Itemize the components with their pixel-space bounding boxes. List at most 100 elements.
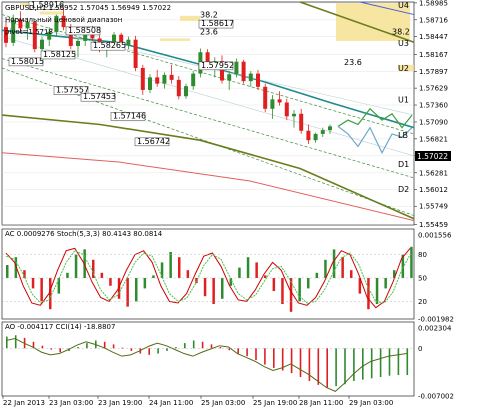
ao-bar <box>388 348 391 376</box>
y-tick-label: 1.57897 <box>419 68 448 76</box>
x-axis: 22 Jan 2013 23 Jan 03:00 23 Jan 19:00 24 Ja… <box>2 396 393 407</box>
level-label: D2 <box>398 185 409 194</box>
candle-bear <box>140 67 145 90</box>
price-label-text: 1.57952 <box>201 61 234 70</box>
highlight-box <box>180 15 200 21</box>
x-tick-label: 24 Jan 11:00 <box>149 399 193 407</box>
ao-bar <box>362 348 364 380</box>
ac-bar <box>324 259 327 278</box>
level-label: U2 <box>398 64 409 73</box>
last-price-label: 1.57022 <box>417 152 448 161</box>
ao-bar <box>370 348 373 379</box>
ac-tick-label: -0.001982 <box>418 316 454 324</box>
ac-bar <box>109 278 112 286</box>
ac-tick-label: 80 <box>418 251 427 259</box>
ao-bar <box>201 341 204 349</box>
ac-tick-label: 50 <box>418 275 427 283</box>
ac-bar <box>212 278 215 304</box>
candle-bull <box>227 74 232 81</box>
ao-bar <box>317 348 320 385</box>
fib-label: 23.6 <box>344 58 362 67</box>
ac-tick-label: 0.001556 <box>418 232 452 240</box>
ac-bar <box>40 278 43 302</box>
y-axis: 1.58985 1.58716 1.58447 1.58167 1.57897 1.576… <box>414 0 448 229</box>
ao-bar <box>237 348 239 354</box>
ao-bar <box>148 348 150 355</box>
ac-bar <box>315 272 319 278</box>
ao-bar <box>290 348 293 374</box>
ac-bar <box>74 254 78 278</box>
pivot-header: pivot=1.5718 <box>5 28 53 36</box>
candle-bull <box>270 99 275 109</box>
ao-bar <box>406 348 409 376</box>
price-label-text: 1.57453 <box>83 92 116 101</box>
ac-bar <box>6 265 9 278</box>
ac-bar <box>298 278 301 302</box>
y-tick-label: 1.58167 <box>419 51 448 59</box>
ao-bar <box>6 336 8 349</box>
ac-bar <box>203 278 207 297</box>
candle-bear <box>155 77 160 84</box>
ac-bar <box>384 278 387 289</box>
ac-bar <box>307 278 310 289</box>
y-tick-label: 1.57629 <box>419 85 448 93</box>
candle-bull <box>292 113 296 117</box>
candle-bull <box>162 74 167 84</box>
ao-bar <box>112 344 115 349</box>
candle-bull <box>184 86 188 97</box>
candle-bear <box>169 74 174 80</box>
candle-bull <box>320 130 325 134</box>
ac-bar <box>126 278 129 307</box>
ao-bar <box>353 348 355 381</box>
ao-bar <box>86 343 88 349</box>
ao-bar <box>184 343 186 349</box>
ao-bar <box>130 348 133 351</box>
price-label: 1.58125 <box>40 50 76 60</box>
ac-bar <box>350 270 353 278</box>
ac-bar <box>169 252 172 278</box>
ao-tick-label: 0.002304 <box>418 325 452 333</box>
ac-bar <box>255 262 258 278</box>
candle-bull <box>148 77 152 90</box>
candle-bull <box>40 39 44 50</box>
ac-bar <box>152 275 155 278</box>
ac-bar <box>31 278 35 289</box>
price-label-text: 1.58015 <box>11 57 44 66</box>
symbol-header: GBPUSD,H1 1.56952 1.57045 1.56949 1.5702… <box>5 4 171 12</box>
candle-bear <box>256 73 260 87</box>
candle-bull <box>234 61 239 75</box>
ao-bar <box>397 348 400 376</box>
ao-bar <box>273 348 275 368</box>
level-label: LB <box>398 131 408 140</box>
ac-bar <box>143 278 147 289</box>
ao-bar <box>192 340 195 349</box>
candle-bull <box>328 126 332 131</box>
price-label: 1.57146 <box>110 111 146 121</box>
fib-label: 38.2 <box>200 11 218 20</box>
ac-bar <box>281 278 284 304</box>
candle-bear <box>133 39 138 68</box>
ac-header: AC 0.0009276 Stoch(5,3,3) 80.4143 80.081… <box>5 230 163 238</box>
highlight-box <box>160 38 190 41</box>
ac-bar <box>246 257 250 278</box>
y-tick-label: 1.58716 <box>419 16 448 24</box>
ac-bar <box>289 278 293 312</box>
candle-bull <box>191 73 196 87</box>
level-label: D1 <box>398 160 409 169</box>
price-label-text: 1.57146 <box>113 111 146 120</box>
price-label: 1.58508 <box>65 26 101 36</box>
level-label: U1 <box>398 95 409 104</box>
y-tick-label: 1.57360 <box>419 102 448 110</box>
ac-bar <box>410 246 413 278</box>
ac-bar <box>238 267 241 278</box>
ao-bar <box>335 348 337 387</box>
candle-bear <box>277 99 282 103</box>
ac-bar <box>23 270 26 278</box>
ao-bar <box>246 348 248 357</box>
x-tick-label: 23 Jan 03:00 <box>49 399 93 407</box>
y-tick-label: 1.56821 <box>419 135 448 143</box>
ao-tick-label: 0 <box>418 345 422 353</box>
ac-bar <box>135 278 138 302</box>
ao-bar <box>14 335 17 349</box>
price-label: 1.56742 <box>134 137 170 147</box>
